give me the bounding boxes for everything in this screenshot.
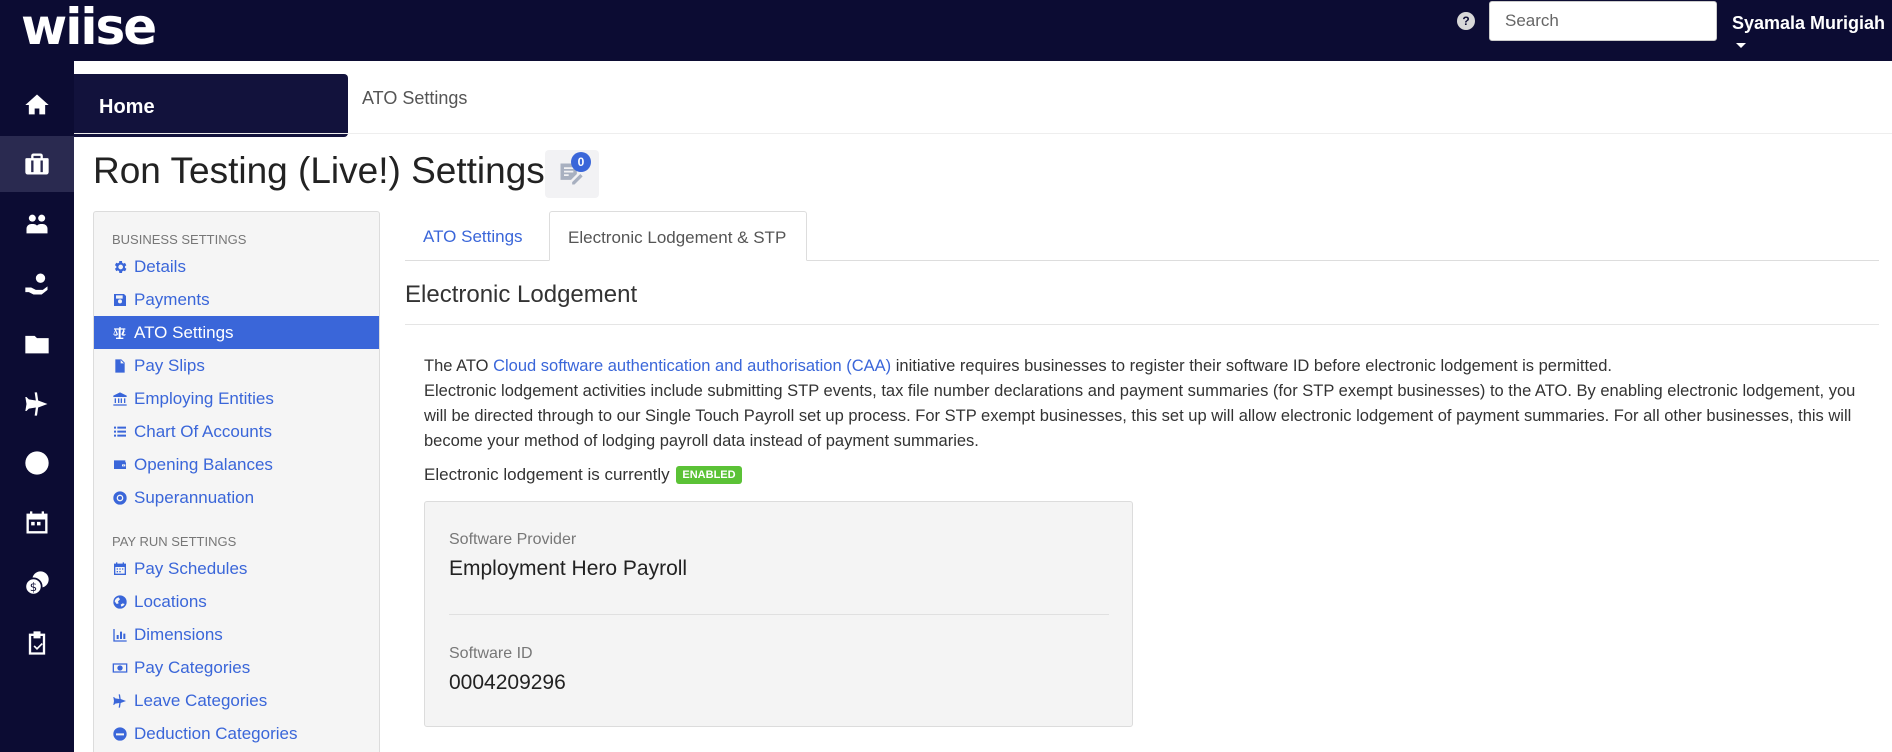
sidebar-item-ato-settings[interactable]: ATO Settings — [94, 316, 379, 349]
wallet-icon — [114, 459, 126, 469]
clock-icon — [25, 451, 49, 475]
sidebar-item-label: Employing Entities — [134, 388, 274, 408]
tab-ato-settings[interactable]: ATO Settings — [405, 211, 541, 261]
user-menu[interactable]: Syamala Murigiah — [1732, 13, 1892, 55]
intro-paragraph: The ATO Cloud software authentication an… — [424, 354, 1864, 454]
bank-icon — [113, 391, 127, 406]
search-input[interactable] — [1489, 1, 1717, 41]
wiise-logo[interactable]: wiise — [21, 1, 157, 53]
gear-icon — [114, 260, 127, 273]
software-provider-label: Software Provider — [449, 531, 577, 548]
sidebar-item-label: Leave Categories — [134, 690, 268, 710]
sidebar-item-leave-categories[interactable]: Leave Categories — [94, 684, 379, 717]
people-icon — [26, 214, 48, 234]
sidebar-item-pay-categories[interactable]: Pay Categories — [94, 651, 379, 684]
sidebar-item-label: Dimensions — [134, 624, 223, 644]
sidebar-item-label: Superannuation — [134, 487, 255, 507]
help-icon[interactable]: ? — [1457, 12, 1475, 30]
sidebar-item-label: Opening Balances — [134, 454, 273, 474]
nav-payroll[interactable]: $ — [0, 555, 74, 611]
business-settings-header: BUSINESS SETTINGS — [112, 232, 247, 247]
caret-down-icon — [1736, 42, 1746, 48]
intro-text: The ATO — [424, 357, 494, 375]
software-id-label: Software ID — [449, 645, 533, 662]
balance-scale-icon — [113, 326, 126, 339]
calendar-icon — [114, 561, 126, 575]
nav-documents[interactable] — [0, 316, 74, 372]
nav-payments[interactable] — [0, 256, 74, 312]
sidebar-item-label: Pay Slips — [134, 355, 205, 375]
pay-run-settings-header: PAY RUN SETTINGS — [112, 534, 237, 549]
sidebar-item-dimensions[interactable]: Dimensions — [94, 618, 379, 651]
sidebar-item-chart-of-accounts[interactable]: Chart Of Accounts — [94, 415, 379, 448]
divider — [74, 133, 1892, 134]
sidebar-item-locations[interactable]: Locations — [94, 585, 379, 618]
sidebar-item-label: Pay Categories — [134, 657, 251, 677]
caa-link[interactable]: Cloud software authentication and author… — [493, 357, 891, 375]
body-text: Electronic lodgement activities include … — [424, 382, 1856, 450]
status-badge: ENABLED — [676, 466, 742, 484]
svg-text:$: $ — [30, 580, 37, 594]
plane-icon — [113, 693, 126, 708]
nav-rostering[interactable] — [0, 495, 74, 551]
nav-business[interactable] — [0, 136, 74, 192]
nav-home[interactable] — [0, 77, 74, 133]
software-provider-value: Employment Hero Payroll — [449, 557, 688, 580]
top-bar: wiise ? Syamala Murigiah — [0, 0, 1892, 61]
clipboard-check-icon — [28, 631, 46, 655]
sidebar-item-label: Pay Schedules — [134, 558, 248, 578]
software-details-card: Software Provider Employment Hero Payrol… — [424, 501, 1133, 727]
sidebar-item-label: Chart Of Accounts — [134, 421, 272, 441]
sidebar-item-payments[interactable]: Payments — [94, 283, 379, 316]
user-name: Syamala Murigiah — [1732, 13, 1886, 33]
notification-count-badge: 0 — [571, 152, 591, 172]
list-icon — [114, 426, 126, 437]
plane-icon — [25, 392, 48, 416]
sidebar-item-opening-balances[interactable]: Opening Balances — [94, 448, 379, 481]
tab-electronic-lodgement-stp[interactable]: Electronic Lodgement & STP — [549, 211, 807, 261]
sidebar-item-deduction-categories[interactable]: Deduction Categories — [94, 717, 379, 750]
home-icon — [25, 94, 49, 115]
folder-icon — [25, 335, 49, 354]
calendar-icon — [26, 511, 48, 534]
lifebuoy-icon — [113, 490, 127, 505]
save-icon — [114, 293, 126, 306]
file-icon — [115, 358, 125, 373]
nav-timesheets[interactable] — [0, 435, 74, 491]
divider — [405, 324, 1879, 325]
nav-people[interactable] — [0, 196, 74, 252]
section-title: Electronic Lodgement — [405, 281, 638, 308]
nav-leave[interactable] — [0, 376, 74, 432]
sidebar-item-label: Deduction Categories — [134, 723, 298, 743]
money-icon — [112, 662, 128, 673]
intro-text: initiative requires businesses to regist… — [891, 357, 1612, 375]
left-nav: $ — [0, 61, 74, 752]
sidebar-item-employing-entities[interactable]: Employing Entities — [94, 382, 379, 415]
sidebar-item-superannuation[interactable]: Superannuation — [94, 481, 379, 514]
minus-circle-icon — [113, 726, 127, 741]
divider — [449, 614, 1109, 615]
sidebar-item-label: Payments — [134, 289, 210, 309]
page-title: Ron Testing (Live!) Settings — [93, 150, 545, 191]
sidebar-item-pay-slips[interactable]: Pay Slips — [94, 349, 379, 382]
sidebar-item-pay-schedules[interactable]: Pay Schedules — [94, 552, 379, 585]
software-id-value: 0004209296 — [449, 671, 566, 694]
sidebar-item-label: Details — [134, 256, 186, 276]
globe-icon — [113, 594, 127, 609]
sidebar-item-details[interactable]: Details — [94, 250, 379, 283]
briefcase-icon — [25, 153, 49, 175]
breadcrumb: ATO Settings — [362, 88, 468, 108]
nav-tasks[interactable] — [0, 615, 74, 671]
coins-icon: $ — [24, 571, 49, 596]
home-tooltip: Home — [74, 74, 348, 137]
hand-money-icon — [25, 273, 48, 295]
lodgement-status: Electronic lodgement is currently ENABLE… — [424, 465, 742, 485]
bar-chart-icon — [113, 628, 127, 642]
sidebar-item-label: Locations — [134, 591, 207, 611]
settings-sidebar: BUSINESS SETTINGS Details Payments ATO S… — [93, 211, 380, 752]
status-text: Electronic lodgement is currently — [424, 465, 670, 484]
sidebar-item-label: ATO Settings — [134, 322, 234, 342]
